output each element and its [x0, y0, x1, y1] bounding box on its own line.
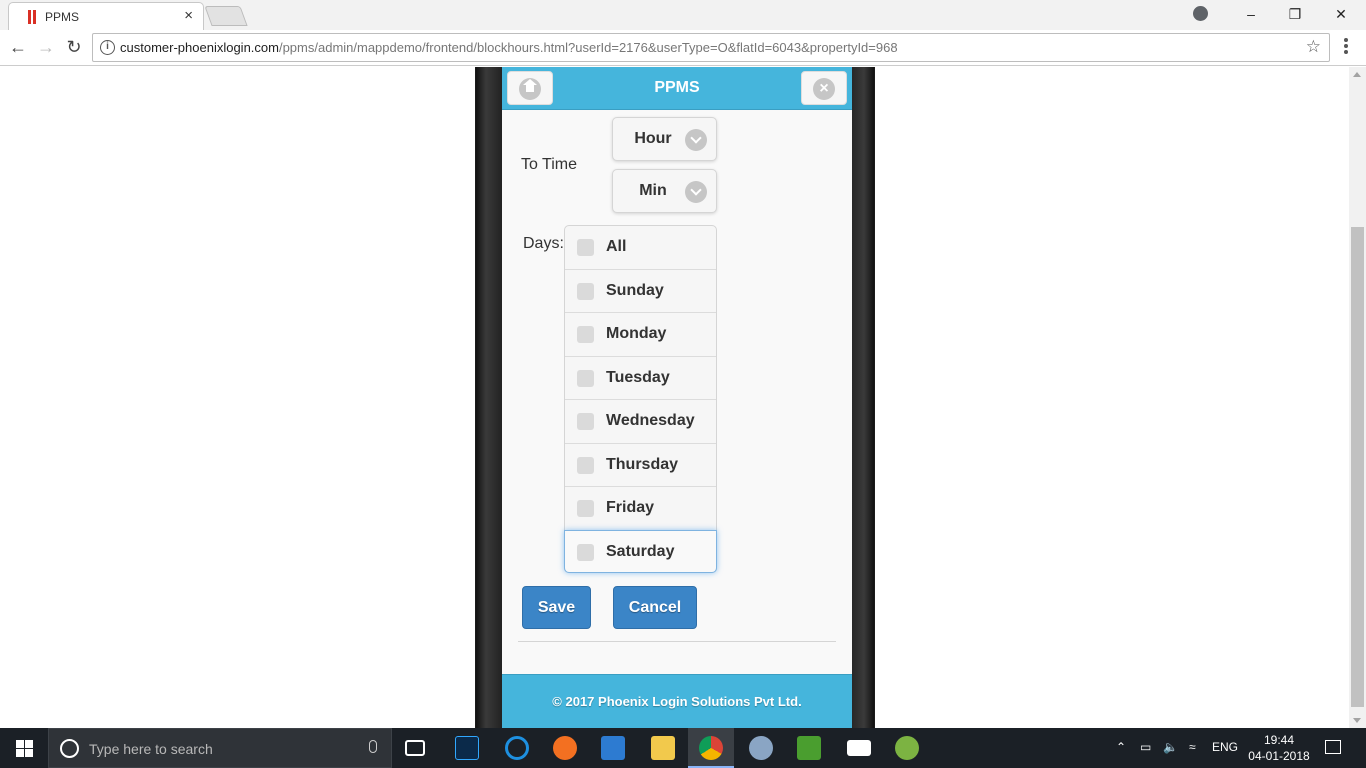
day-label: All — [606, 238, 627, 255]
tab-title: PPMS — [45, 10, 80, 24]
mail-icon[interactable] — [847, 740, 871, 756]
tab-close-icon[interactable]: × — [184, 8, 193, 24]
taskbar-search-placeholder: Type here to search — [89, 741, 213, 757]
volume-muted-icon[interactable]: 🔈 — [1163, 740, 1178, 754]
page-viewport: PPMS × To Time Hour Min Days: All Sunday — [0, 67, 1349, 728]
minimize-icon[interactable]: – — [1228, 3, 1274, 25]
checkbox[interactable] — [577, 326, 594, 343]
wifi-icon[interactable]: ≈ — [1189, 740, 1196, 754]
day-option-all[interactable]: All — [565, 226, 716, 270]
scroll-down-arrow-icon[interactable] — [1353, 718, 1361, 723]
day-option-friday[interactable]: Friday — [565, 487, 716, 531]
address-bar[interactable]: i customer-phoenixlogin.com/ppms/admin/m… — [92, 33, 1330, 62]
file-explorer-icon[interactable] — [651, 736, 675, 760]
microphone-icon[interactable] — [369, 740, 377, 753]
hour-select[interactable]: Hour — [612, 117, 717, 161]
day-label: Monday — [606, 325, 667, 342]
app-header: PPMS × — [502, 67, 852, 110]
browser-tab-strip: PPMS × – ❐ ✕ — [0, 0, 1366, 30]
url-text[interactable]: customer-phoenixlogin.com/ppms/admin/map… — [120, 40, 898, 55]
day-option-monday[interactable]: Monday — [565, 313, 716, 357]
day-label: Wednesday — [606, 412, 695, 429]
browser-menu-icon[interactable] — [1344, 38, 1348, 56]
close-button[interactable]: × — [801, 71, 847, 105]
hour-select-value: Hour — [634, 130, 672, 147]
reload-icon[interactable]: ↻ — [62, 36, 86, 60]
restore-icon[interactable]: ❐ — [1272, 3, 1318, 25]
chevron-down-icon — [685, 181, 707, 203]
to-time-label: To Time — [521, 156, 578, 173]
close-window-icon[interactable]: ✕ — [1318, 3, 1364, 25]
edge-icon[interactable] — [505, 736, 529, 760]
page-title: PPMS — [654, 79, 700, 96]
day-label: Tuesday — [606, 368, 670, 386]
cortana-icon — [60, 739, 79, 758]
cancel-button[interactable]: Cancel — [613, 586, 697, 629]
checkbox[interactable] — [577, 500, 594, 517]
chrome-icon[interactable] — [699, 736, 723, 760]
day-option-wednesday[interactable]: Wednesday — [565, 400, 716, 444]
photoshop-icon[interactable] — [455, 736, 479, 760]
page-scrollbar[interactable] — [1349, 67, 1366, 728]
scroll-thumb[interactable] — [1351, 227, 1364, 707]
days-checkbox-list: All Sunday Monday Tuesday Wednesday Thur… — [564, 225, 717, 573]
language-indicator[interactable]: ENG — [1212, 740, 1238, 754]
days-label: Days: — [523, 235, 564, 252]
day-label: Thursday — [606, 455, 679, 473]
checkbox[interactable] — [577, 456, 594, 474]
new-tab-button[interactable] — [204, 6, 248, 26]
tray-chevron-up-icon[interactable]: ⌃ — [1116, 740, 1126, 754]
day-option-tuesday[interactable]: Tuesday — [565, 357, 716, 400]
forward-icon[interactable]: → — [34, 36, 58, 60]
checkbox[interactable] — [577, 543, 594, 561]
day-label: Saturday — [606, 542, 675, 560]
scroll-up-arrow-icon[interactable] — [1353, 72, 1361, 77]
checkbox[interactable] — [577, 239, 594, 256]
close-icon: × — [813, 78, 835, 100]
thunderbird-icon[interactable] — [749, 736, 773, 760]
windows-taskbar: Type here to search ⌃ ▭ 🔈 ≈ ENG 19:44 04… — [0, 728, 1366, 768]
profile-icon[interactable] — [1193, 6, 1208, 21]
windows-start-icon[interactable] — [16, 740, 33, 757]
notepad-plus-icon[interactable] — [797, 736, 821, 760]
browser-tab[interactable]: PPMS × — [8, 2, 204, 30]
firefox-icon[interactable] — [553, 736, 577, 760]
min-select-value: Min — [639, 182, 667, 199]
bookmark-star-icon[interactable]: ☆ — [1306, 37, 1321, 57]
day-label: Friday — [606, 499, 655, 516]
clock-time: 19:44 — [1263, 733, 1295, 747]
app-footer: © 2017 Phoenix Login Solutions Pvt Ltd. — [502, 674, 852, 728]
save-button[interactable]: Save — [522, 586, 591, 629]
checkbox[interactable] — [577, 413, 594, 430]
divider — [518, 641, 836, 642]
min-select[interactable]: Min — [612, 169, 717, 213]
info-icon[interactable]: i — [100, 40, 115, 55]
store-icon[interactable] — [601, 736, 625, 760]
task-view-icon[interactable] — [405, 740, 425, 756]
taskbar-search-box[interactable]: Type here to search — [48, 728, 392, 768]
footer-copyright: © 2017 Phoenix Login Solutions Pvt Ltd. — [552, 694, 802, 709]
notifications-icon[interactable] — [1325, 740, 1341, 754]
checkbox[interactable] — [577, 282, 594, 300]
browser-toolbar: ← → ↻ i customer-phoenixlogin.com/ppms/a… — [0, 30, 1366, 66]
chevron-down-icon — [685, 129, 707, 151]
app-screen: PPMS × To Time Hour Min Days: All Sunday — [502, 67, 852, 728]
day-label: Sunday — [606, 281, 664, 299]
clock-date: 04-01-2018 — [1248, 749, 1310, 763]
back-icon[interactable]: ← — [6, 36, 30, 60]
ppms-favicon-icon — [27, 10, 37, 24]
day-option-sunday[interactable]: Sunday — [565, 270, 716, 313]
battery-icon[interactable]: ▭ — [1140, 740, 1151, 754]
android-studio-icon[interactable] — [895, 736, 919, 760]
day-option-saturday[interactable]: Saturday — [564, 529, 717, 573]
day-option-thursday[interactable]: Thursday — [565, 444, 716, 487]
checkbox[interactable] — [577, 369, 594, 387]
system-clock[interactable]: 19:44 04-01-2018 — [1244, 732, 1314, 764]
